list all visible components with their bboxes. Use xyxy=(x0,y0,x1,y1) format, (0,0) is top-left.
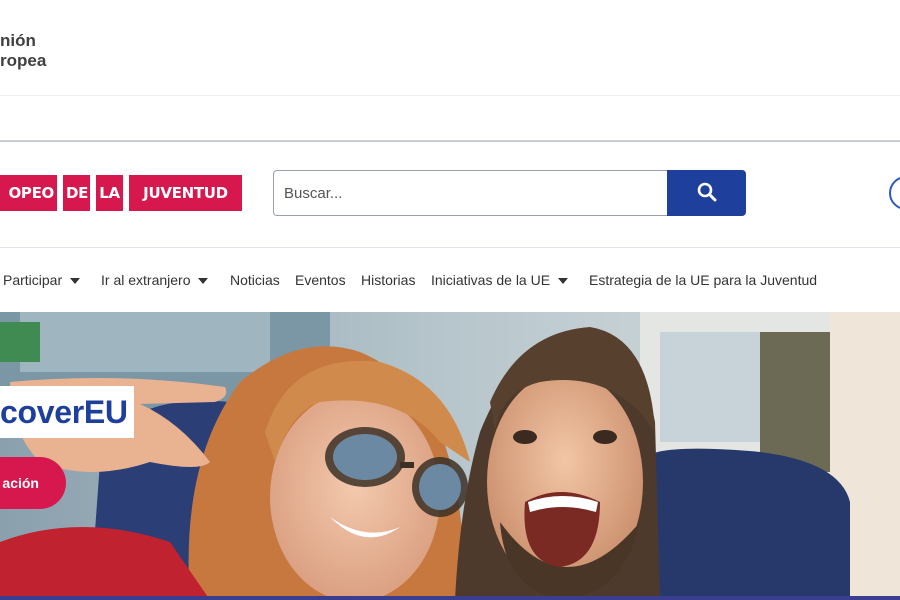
brand-tile: OPEO xyxy=(0,175,57,211)
nav-item-label: Eventos xyxy=(295,272,346,288)
eu-header: nión ropea xyxy=(0,0,900,95)
hero-bottom-bar xyxy=(0,596,900,600)
nav-item-label: Estrategia de la UE para la Juventud xyxy=(589,272,818,288)
brand-tile: JUVENTUD xyxy=(129,175,242,211)
nav-item-eventos[interactable]: Eventos xyxy=(295,248,346,312)
eu-logo-line2: ropea xyxy=(0,51,47,70)
nav-item-label: Historias xyxy=(361,272,416,288)
nav-item-noticias[interactable]: Noticias xyxy=(230,248,280,312)
caret-down-icon xyxy=(198,277,209,284)
main-nav: Participar Ir al extranjero Noticias Eve… xyxy=(0,248,900,312)
header-band xyxy=(0,95,900,142)
site-brand-logo[interactable]: OPEO DE LA JUVENTUD xyxy=(0,175,242,211)
hero-banner xyxy=(0,312,900,600)
language-selector-button[interactable] xyxy=(889,176,900,210)
brand-tile: LA xyxy=(96,175,123,211)
hero-photo xyxy=(0,312,900,600)
search-button[interactable] xyxy=(667,170,746,216)
nav-item-label: Iniciativas de la UE xyxy=(431,272,551,288)
caret-down-icon xyxy=(70,277,81,284)
search-form xyxy=(273,170,746,216)
nav-item-label: Participar xyxy=(3,272,63,288)
nav-item-historias[interactable]: Historias xyxy=(361,248,415,312)
eu-logo[interactable]: nión ropea xyxy=(0,31,46,71)
caret-down-icon xyxy=(558,277,569,284)
nav-item-estrategia[interactable]: Estrategia de la UE para la Juventud xyxy=(589,248,817,312)
hero-cta-button[interactable]: ación xyxy=(0,457,66,509)
search-input[interactable] xyxy=(273,170,667,216)
nav-item-label: Ir al extranjero xyxy=(101,272,191,288)
eu-logo-line1: nión xyxy=(0,31,36,50)
site-header: OPEO DE LA JUVENTUD xyxy=(0,142,900,248)
nav-item-label: Noticias xyxy=(230,272,280,288)
nav-item-iniciativas[interactable]: Iniciativas de la UE xyxy=(431,248,569,312)
nav-item-participar[interactable]: Participar xyxy=(3,248,81,312)
hero-title: coverEU xyxy=(0,386,134,438)
brand-tile: DE xyxy=(63,175,90,211)
search-icon xyxy=(697,182,717,205)
nav-item-ir-al-extranjero[interactable]: Ir al extranjero xyxy=(101,248,209,312)
